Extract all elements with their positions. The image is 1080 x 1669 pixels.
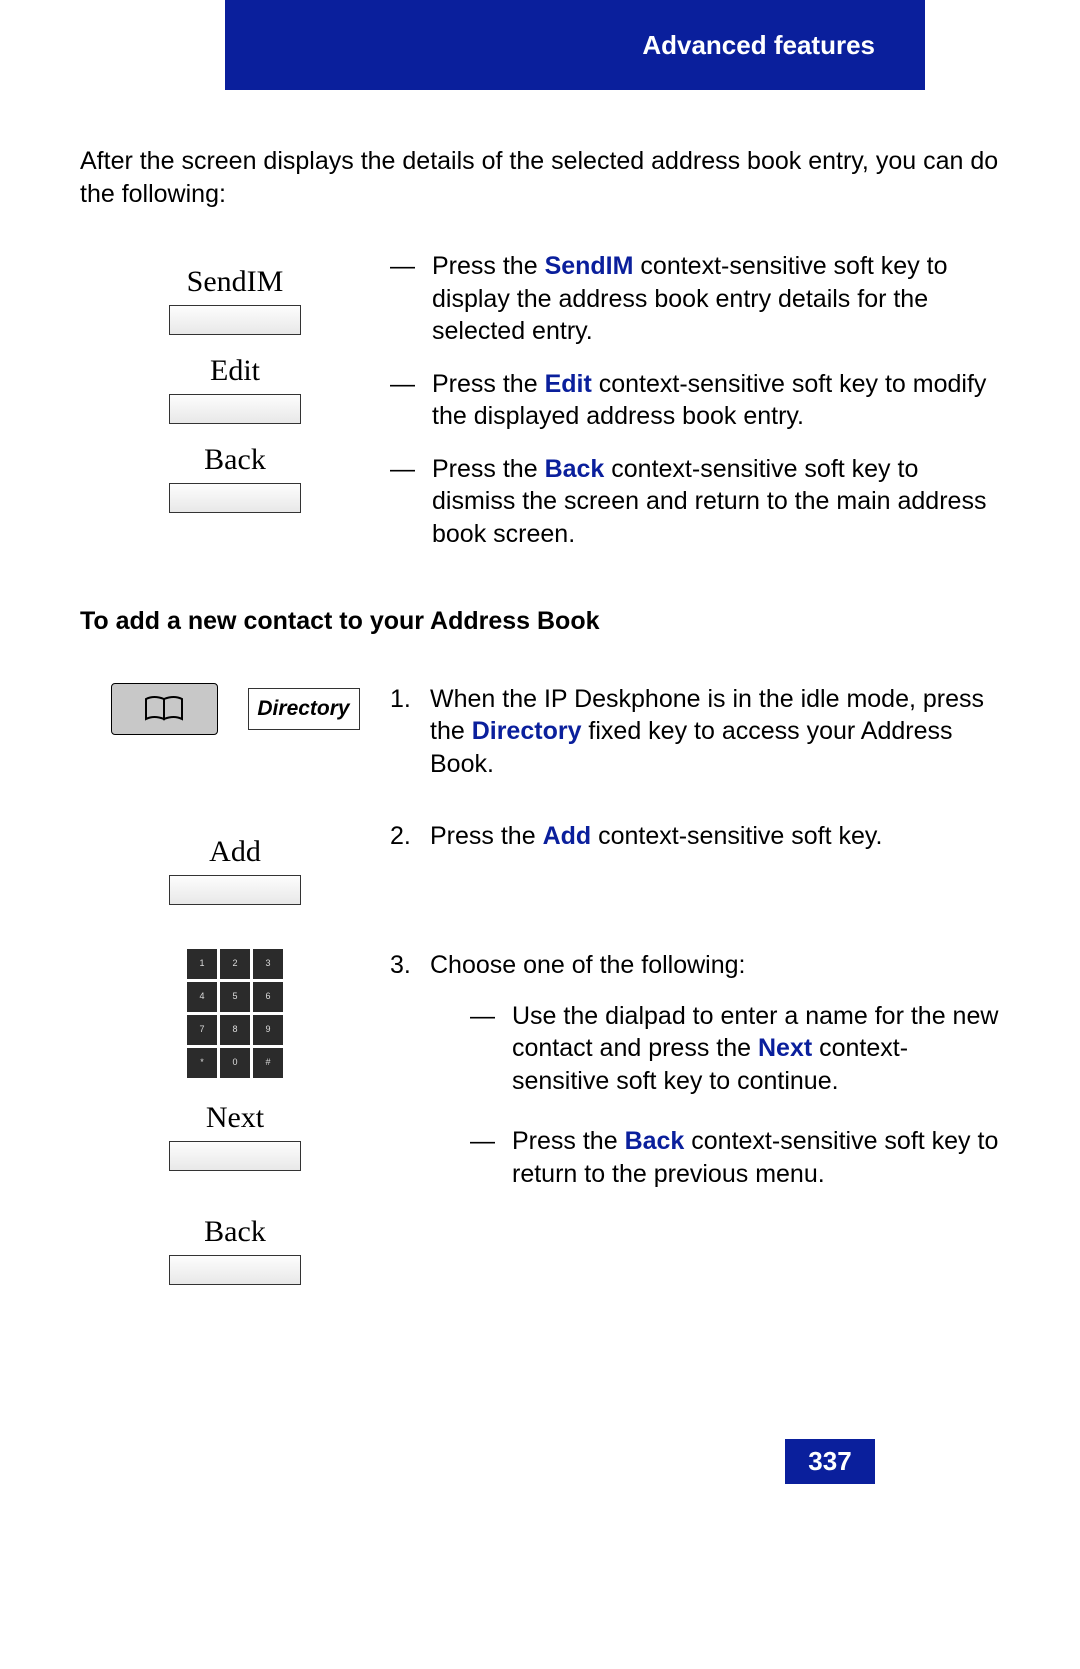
keyword-edit: Edit bbox=[545, 370, 592, 398]
keyword-add: Add bbox=[543, 822, 592, 850]
step-1-row: Directory 1. When the IP Deskphone is in… bbox=[80, 683, 1000, 781]
keyword-directory: Directory bbox=[472, 717, 582, 745]
step-2-text: 2. Press the Add context-sensitive soft … bbox=[390, 820, 1000, 853]
instruction-item: Press the Edit context-sensitive soft ke… bbox=[390, 368, 1000, 433]
text: Press the bbox=[432, 370, 545, 398]
key-0: 0 bbox=[220, 1048, 250, 1078]
softkey-button-sendim[interactable] bbox=[169, 305, 301, 335]
softkey-button-next[interactable] bbox=[169, 1141, 301, 1171]
page-number-container: 337 bbox=[225, 1439, 925, 1484]
text: Choose one of the following: bbox=[430, 951, 746, 979]
softkey-button-edit[interactable] bbox=[169, 394, 301, 424]
softkey-button-back2[interactable] bbox=[169, 1255, 301, 1285]
header-title: Advanced features bbox=[642, 30, 875, 61]
softkey-label-edit: Edit bbox=[210, 351, 260, 390]
text: Press the bbox=[512, 1127, 625, 1155]
header-bar: Advanced features bbox=[225, 0, 925, 90]
key-4: 4 bbox=[187, 982, 217, 1012]
step-2-row: Add 2. Press the Add context-sensitive s… bbox=[80, 820, 1000, 909]
keyword-back: Back bbox=[625, 1127, 685, 1155]
key-6: 6 bbox=[253, 982, 283, 1012]
text: Press the bbox=[432, 455, 545, 483]
keypad-softkey-column: 1 2 3 4 5 6 7 8 9 * 0 # Next Back bbox=[80, 949, 390, 1289]
intro-text: After the screen displays the details of… bbox=[80, 145, 1000, 210]
page-number: 337 bbox=[785, 1439, 875, 1484]
softkey-label-next: Next bbox=[206, 1098, 264, 1137]
key-1: 1 bbox=[187, 949, 217, 979]
instruction-item: Press the SendIM context-sensitive soft … bbox=[390, 250, 1000, 348]
softkey-label-sendim: SendIM bbox=[187, 262, 284, 301]
step-3-sublist: Use the dialpad to enter a name for the … bbox=[470, 1000, 1000, 1191]
key-3: 3 bbox=[253, 949, 283, 979]
step-number: 1. bbox=[390, 683, 430, 781]
step-number: 2. bbox=[390, 820, 430, 853]
instruction-list-1: Press the SendIM context-sensitive soft … bbox=[390, 250, 1000, 550]
step-3-text: 3. Choose one of the following: Use the … bbox=[390, 949, 1000, 1218]
text: Use the dialpad to enter a name for the … bbox=[512, 1002, 998, 1063]
key-8: 8 bbox=[220, 1015, 250, 1045]
text: context-sensitive soft key. bbox=[591, 822, 882, 850]
step-3-row: 1 2 3 4 5 6 7 8 9 * 0 # Next Back 3. bbox=[80, 949, 1000, 1289]
softkey-label-back: Back bbox=[204, 440, 266, 479]
softkey-label-add: Add bbox=[209, 832, 261, 871]
key-5: 5 bbox=[220, 982, 250, 1012]
step-number: 3. bbox=[390, 949, 430, 1218]
book-icon bbox=[143, 695, 185, 723]
key-9: 9 bbox=[253, 1015, 283, 1045]
section-heading-add-contact: To add a new contact to your Address Boo… bbox=[80, 605, 1000, 638]
key-hash: # bbox=[253, 1048, 283, 1078]
page-content: After the screen displays the details of… bbox=[0, 90, 1080, 1339]
keyword-back: Back bbox=[545, 455, 605, 483]
softkey-label-back2: Back bbox=[204, 1212, 266, 1251]
keyword-sendim: SendIM bbox=[545, 252, 634, 280]
softkey-button-back[interactable] bbox=[169, 483, 301, 513]
section-1: SendIM Edit Back Press the SendIM contex… bbox=[80, 250, 1000, 570]
dialpad-icon: 1 2 3 4 5 6 7 8 9 * 0 # bbox=[187, 949, 283, 1078]
sub-item: Press the Back context-sensitive soft ke… bbox=[470, 1125, 1000, 1190]
key-star: * bbox=[187, 1048, 217, 1078]
softkey-column-add: Add bbox=[80, 820, 390, 909]
directory-label-box: Directory bbox=[248, 688, 360, 730]
directory-hard-key[interactable] bbox=[111, 683, 218, 735]
sub-item: Use the dialpad to enter a name for the … bbox=[470, 1000, 1000, 1098]
step-1-text: 1. When the IP Deskphone is in the idle … bbox=[390, 683, 1000, 781]
keyword-next: Next bbox=[758, 1034, 812, 1062]
directory-key-group: Directory bbox=[111, 683, 360, 735]
directory-label: Directory bbox=[257, 695, 349, 722]
key-7: 7 bbox=[187, 1015, 217, 1045]
text: Press the bbox=[432, 252, 545, 280]
softkey-button-add[interactable] bbox=[169, 875, 301, 905]
softkey-column-1: SendIM Edit Back bbox=[80, 250, 390, 517]
text: Press the bbox=[430, 822, 543, 850]
instruction-column-1: Press the SendIM context-sensitive soft … bbox=[390, 250, 1000, 570]
instruction-item: Press the Back context-sensitive soft ke… bbox=[390, 453, 1000, 551]
key-2: 2 bbox=[220, 949, 250, 979]
directory-key-column: Directory bbox=[80, 683, 390, 735]
